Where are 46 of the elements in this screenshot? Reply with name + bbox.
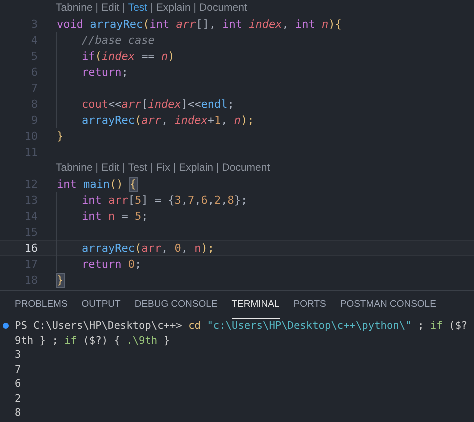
code-line: int n = 5; <box>82 210 148 222</box>
codelens-link[interactable]: Explain <box>156 2 191 14</box>
code-line: arrayRec(arr, index+1, n); <box>82 114 254 126</box>
codelens-link[interactable]: Test <box>128 162 148 174</box>
terminal-line: 7 <box>15 364 22 376</box>
panel-tab[interactable]: POSTMAN CONSOLE <box>340 291 436 319</box>
separator: | <box>216 162 220 174</box>
codelens-link[interactable]: Test <box>128 2 148 14</box>
code-line: arrayRec(arr, 0, n); <box>82 242 214 254</box>
code-line: //base case <box>82 34 155 46</box>
panel-tab[interactable]: PROBLEMS <box>15 291 68 319</box>
panel-tab[interactable]: OUTPUT <box>82 291 121 319</box>
terminal-line: 9th } ; if ($?) { .\9th } <box>15 334 170 347</box>
code-line: cout<<arr[index]<<endl; <box>82 98 234 110</box>
code-line: if(index == n) <box>82 50 175 62</box>
codelens-link[interactable]: Document <box>200 2 248 14</box>
codelens-link[interactable]: Tabnine <box>56 2 93 14</box>
panel-tab[interactable]: DEBUG CONSOLE <box>134 291 218 319</box>
codelens-link[interactable]: Document <box>222 162 270 174</box>
separator: | <box>96 2 99 14</box>
terminal-line: 8 <box>15 407 22 420</box>
code-line: } <box>57 130 64 142</box>
code-line: int arr[5] = {3,7,6,2,8}; <box>82 194 248 206</box>
panel-tab[interactable]: TERMINAL <box>232 291 280 319</box>
codelens-link[interactable]: Fix <box>156 162 170 174</box>
codelens-link[interactable]: Tabnine <box>56 162 93 174</box>
terminal-line: 6 <box>15 378 22 390</box>
codelens-link[interactable]: Edit <box>102 2 120 14</box>
terminal-line: 2 <box>15 392 22 405</box>
separator: | <box>122 2 126 14</box>
separator: | <box>173 162 176 174</box>
codelens-link[interactable]: Explain <box>179 162 214 174</box>
separator: | <box>150 2 154 14</box>
code-line: return; <box>82 66 128 78</box>
line-number: 16 <box>24 242 39 254</box>
separator: | <box>194 2 197 14</box>
separator: | <box>122 162 126 174</box>
code-line: int main() { <box>57 178 136 190</box>
panel-tab[interactable]: PORTS <box>294 291 326 319</box>
code-line: return 0; <box>82 258 142 270</box>
terminal-line: PS C:\Users\HP\Desktop\c++> cd "c:\Users\HP\Desktop\c++\python\" ; if ($? <box>15 320 468 332</box>
separator: | <box>96 162 99 174</box>
separator: | <box>150 162 154 174</box>
terminal-line: 3 <box>15 349 22 362</box>
codelens-link[interactable]: Edit <box>102 162 120 174</box>
code-line: void arrayRec(int arr[], int index, int n){ <box>57 18 342 30</box>
